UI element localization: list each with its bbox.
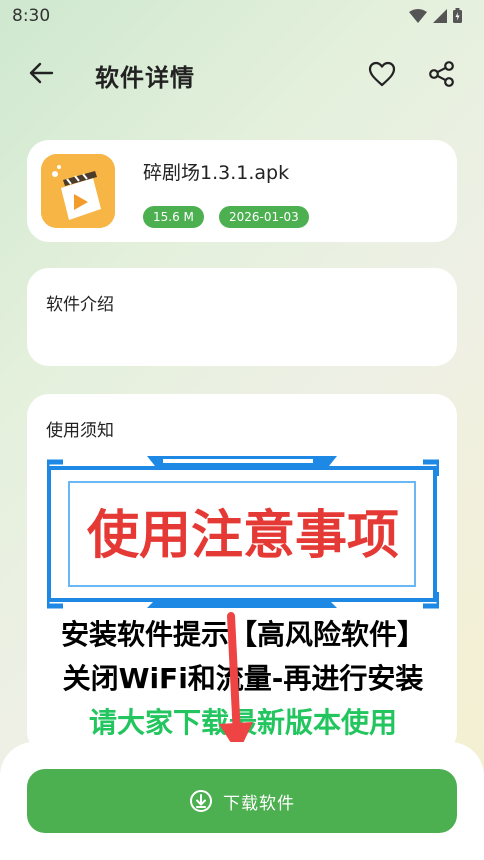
status-time: 8:30: [12, 6, 51, 26]
usage-notice-card: 使用须知 使用注意事项 安装软件提示【高风险软件】 关闭WiFi和流量-再进行安…: [27, 394, 457, 754]
heart-icon: [368, 61, 396, 87]
share-button[interactable]: [424, 56, 460, 92]
top-bar: 软件详情: [0, 46, 484, 100]
download-button[interactable]: 下载软件: [27, 769, 457, 833]
notice-image: 使用注意事项 安装软件提示【高风险软件】 关闭WiFi和流量-再进行安装 请大家…: [44, 454, 442, 754]
signal-icon: [433, 8, 447, 23]
intro-title: 软件介绍: [46, 295, 114, 315]
notice-title: 使用须知: [46, 421, 114, 441]
page-title: 软件详情: [95, 64, 195, 92]
battery-icon: [453, 8, 462, 23]
download-icon: [190, 790, 212, 812]
app-info-card: 碎剧场1.3.1.apk 15.6 M 2026-01-03: [27, 140, 457, 242]
app-logo-icon: [41, 154, 115, 228]
share-icon: [429, 61, 454, 87]
file-size-badge: 15.6 M: [143, 206, 204, 228]
arrow-left-icon: [29, 62, 54, 84]
wifi-icon: [409, 8, 427, 23]
back-button[interactable]: [24, 56, 58, 90]
notice-line-2: 关闭WiFi和流量-再进行安装: [63, 662, 424, 695]
notice-banner-graphic: 使用注意事项 安装软件提示【高风险软件】 关闭WiFi和流量-再进行安装 请大家…: [44, 456, 442, 754]
software-intro-card: 软件介绍: [27, 268, 457, 366]
status-bar: 8:30: [0, 0, 484, 32]
bottom-action-sheet: 下载软件: [0, 742, 484, 860]
favorite-button[interactable]: [364, 56, 400, 92]
download-label: 下载软件: [223, 793, 295, 814]
notice-line-1: 安装软件提示【高风险软件】: [61, 618, 425, 651]
release-date-badge: 2026-01-03: [219, 206, 309, 228]
status-icons: [409, 8, 462, 23]
notice-headline: 使用注意事项: [86, 506, 399, 566]
app-file-name: 碎剧场1.3.1.apk: [143, 162, 290, 184]
